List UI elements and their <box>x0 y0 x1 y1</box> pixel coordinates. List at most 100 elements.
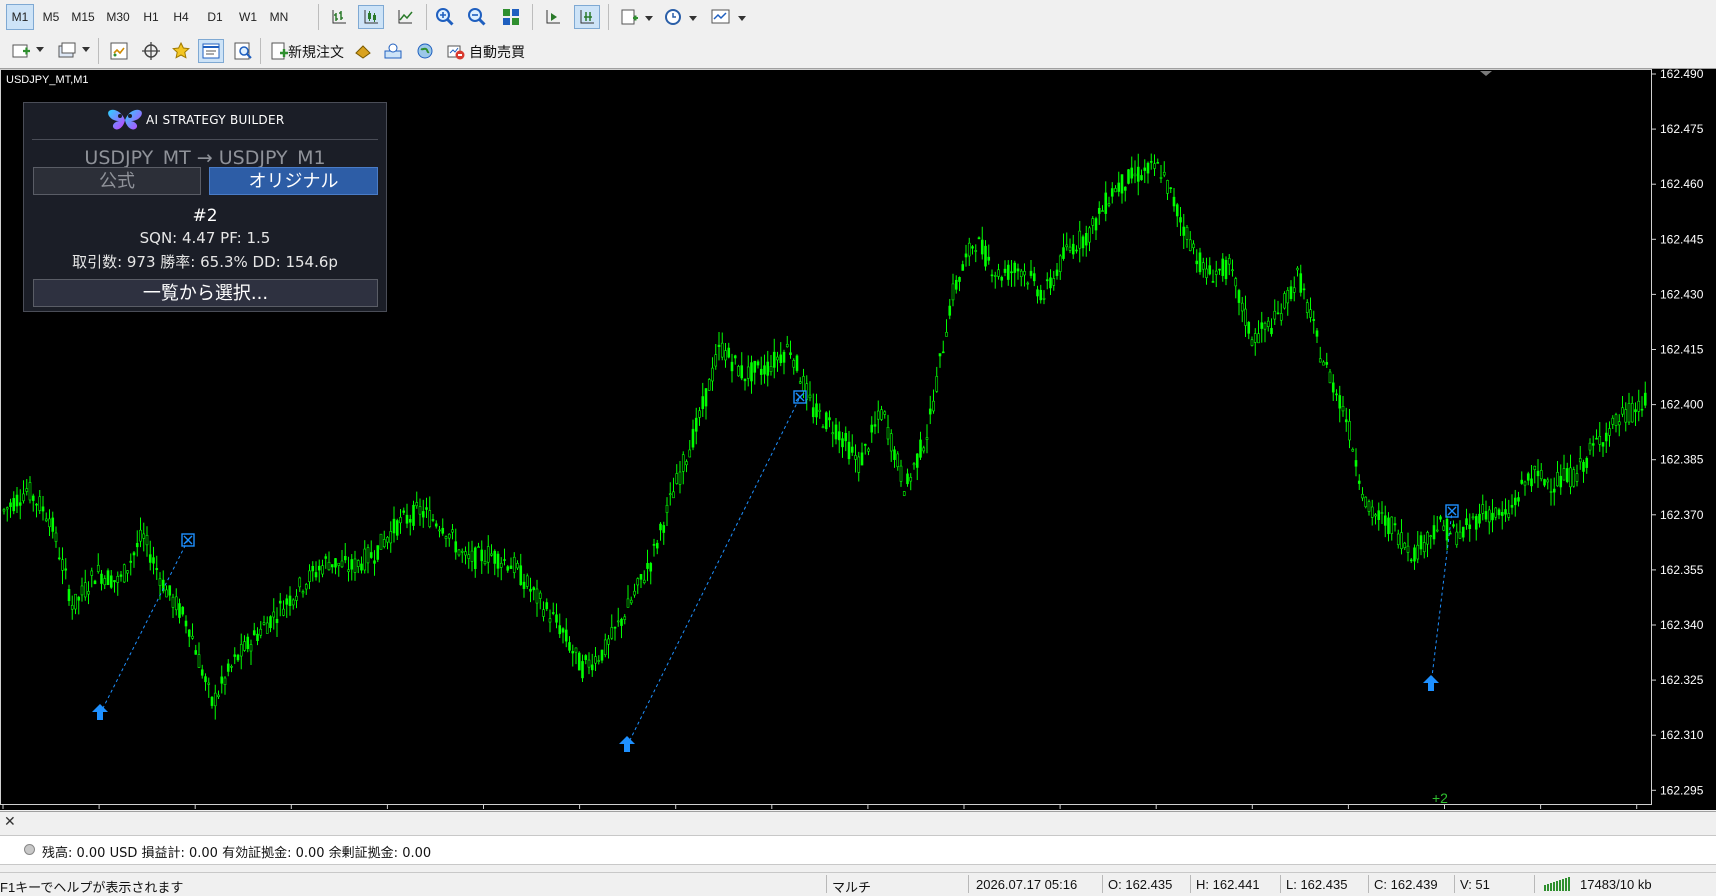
candle-body <box>1309 309 1312 318</box>
candle-body <box>1175 204 1179 217</box>
zoom-in-icon[interactable] <box>432 5 458 29</box>
periods-clock-icon[interactable] <box>660 5 686 29</box>
candle-body <box>1133 173 1137 177</box>
candle-body <box>259 628 263 636</box>
candle-body <box>746 366 750 379</box>
chevron-down-icon[interactable] <box>82 47 90 52</box>
close-icon[interactable]: ✕ <box>4 814 16 830</box>
connection-bars-icon <box>1544 877 1574 894</box>
market-watch-icon[interactable] <box>106 39 132 63</box>
candle-body <box>990 274 994 277</box>
timeframe-w1[interactable]: W1 <box>236 4 260 30</box>
candle-body <box>776 356 779 361</box>
candlestick-chart-icon[interactable] <box>358 5 384 29</box>
timeframe-mn[interactable]: MN <box>266 4 292 30</box>
auto-trading-button[interactable]: 自動売買 <box>442 38 528 64</box>
candle-body <box>1510 504 1514 508</box>
profiles-icon[interactable] <box>54 39 80 63</box>
timeframe-h4[interactable]: H4 <box>170 4 192 30</box>
candle-body <box>1286 290 1290 304</box>
candle-body <box>857 456 861 473</box>
signals-icon[interactable] <box>380 39 406 63</box>
candle-body <box>285 598 289 605</box>
time-label: 17 Jul 02:00 <box>484 809 550 810</box>
candle-body <box>1179 217 1182 223</box>
timeframe-m1[interactable]: M1 <box>6 4 34 30</box>
tile-windows-icon[interactable] <box>498 5 524 29</box>
candle-body <box>1533 465 1537 470</box>
timeframe-m15[interactable]: M15 <box>68 4 98 30</box>
candle-body <box>509 565 513 569</box>
candle-body <box>603 639 607 656</box>
tab-original[interactable]: オリジナル <box>209 167 378 195</box>
candle-body <box>1351 449 1355 452</box>
indicators-icon[interactable] <box>616 5 642 29</box>
candle-body <box>48 518 51 528</box>
new-order-button[interactable]: 新規注文 <box>266 38 346 64</box>
candle-body <box>434 523 438 527</box>
candle-body <box>1354 460 1358 467</box>
candle-body <box>616 620 620 623</box>
candle-body <box>1640 408 1644 411</box>
timeframe-d1[interactable]: D1 <box>204 4 226 30</box>
candle-body <box>483 560 487 565</box>
candle-body <box>421 511 425 518</box>
candle-body <box>1153 163 1156 169</box>
candle-body <box>1055 269 1059 276</box>
auto-scroll-icon[interactable] <box>574 5 600 29</box>
price-label: 162.370 <box>1660 508 1704 522</box>
new-chart-icon[interactable] <box>8 39 34 63</box>
profile-name[interactable]: マルチ <box>832 877 871 896</box>
bar-chart-icon[interactable] <box>326 5 352 29</box>
chevron-down-icon[interactable] <box>689 16 697 21</box>
candle-body <box>1312 319 1316 321</box>
chart-shift-icon[interactable] <box>540 5 566 29</box>
zoom-out-icon[interactable] <box>464 5 490 29</box>
tab-official[interactable]: 公式 <box>33 167 201 195</box>
candle-body <box>1273 310 1277 320</box>
chart-window[interactable]: 162.490 162.475 162.460 162.445 162.430 162.4… <box>0 69 1716 810</box>
candle-body <box>1419 535 1423 550</box>
market-globe-icon[interactable] <box>412 39 438 63</box>
traffic-counter: 17483/10 kb <box>1580 877 1652 892</box>
toolbar-separator <box>98 38 99 64</box>
price-label: 162.340 <box>1660 618 1704 632</box>
candle-body <box>213 692 217 707</box>
candle-body <box>1432 525 1436 540</box>
metaeditor-icon[interactable] <box>350 39 376 63</box>
candle-body <box>1130 167 1134 179</box>
toolbar-separator <box>532 4 533 30</box>
candle-body <box>668 493 672 496</box>
candle-body <box>1387 517 1390 535</box>
terminal-window-icon[interactable] <box>198 39 224 63</box>
status-separator <box>1190 875 1191 893</box>
candle-body <box>649 563 653 572</box>
time-label: 17 Jul 01:12 <box>291 809 357 810</box>
navigator-crosshair-icon[interactable] <box>138 39 164 63</box>
candle-body <box>1344 419 1348 423</box>
candle-body <box>1630 403 1634 423</box>
select-from-list-button[interactable]: 一覧から選択... <box>33 279 378 307</box>
line-chart-icon[interactable] <box>392 5 418 29</box>
candle-body <box>278 600 282 604</box>
candle-body <box>1221 258 1225 276</box>
favorites-star-icon[interactable] <box>168 39 194 63</box>
candle-body <box>1218 268 1221 271</box>
candle-body <box>408 518 412 523</box>
candle-body <box>187 629 191 637</box>
candle-body <box>1591 443 1595 446</box>
chevron-down-icon[interactable] <box>645 16 653 21</box>
chevron-down-icon[interactable] <box>738 16 746 21</box>
candle-body <box>821 426 825 429</box>
timeframe-m5[interactable]: M5 <box>38 4 64 30</box>
strategy-tester-icon[interactable] <box>230 39 256 63</box>
price-label: 162.475 <box>1660 122 1704 136</box>
timeframe-toolbar: M1 M5 M15 M30 H1 H4 D1 W1 MN <box>0 0 1716 35</box>
bar-low: L: 162.435 <box>1286 877 1348 892</box>
timeframe-h1[interactable]: H1 <box>140 4 162 30</box>
chevron-down-icon[interactable] <box>36 47 44 52</box>
timeframe-m30[interactable]: M30 <box>102 4 134 30</box>
candle-body <box>25 488 29 492</box>
candle-body <box>269 616 272 629</box>
templates-icon[interactable] <box>708 5 734 29</box>
